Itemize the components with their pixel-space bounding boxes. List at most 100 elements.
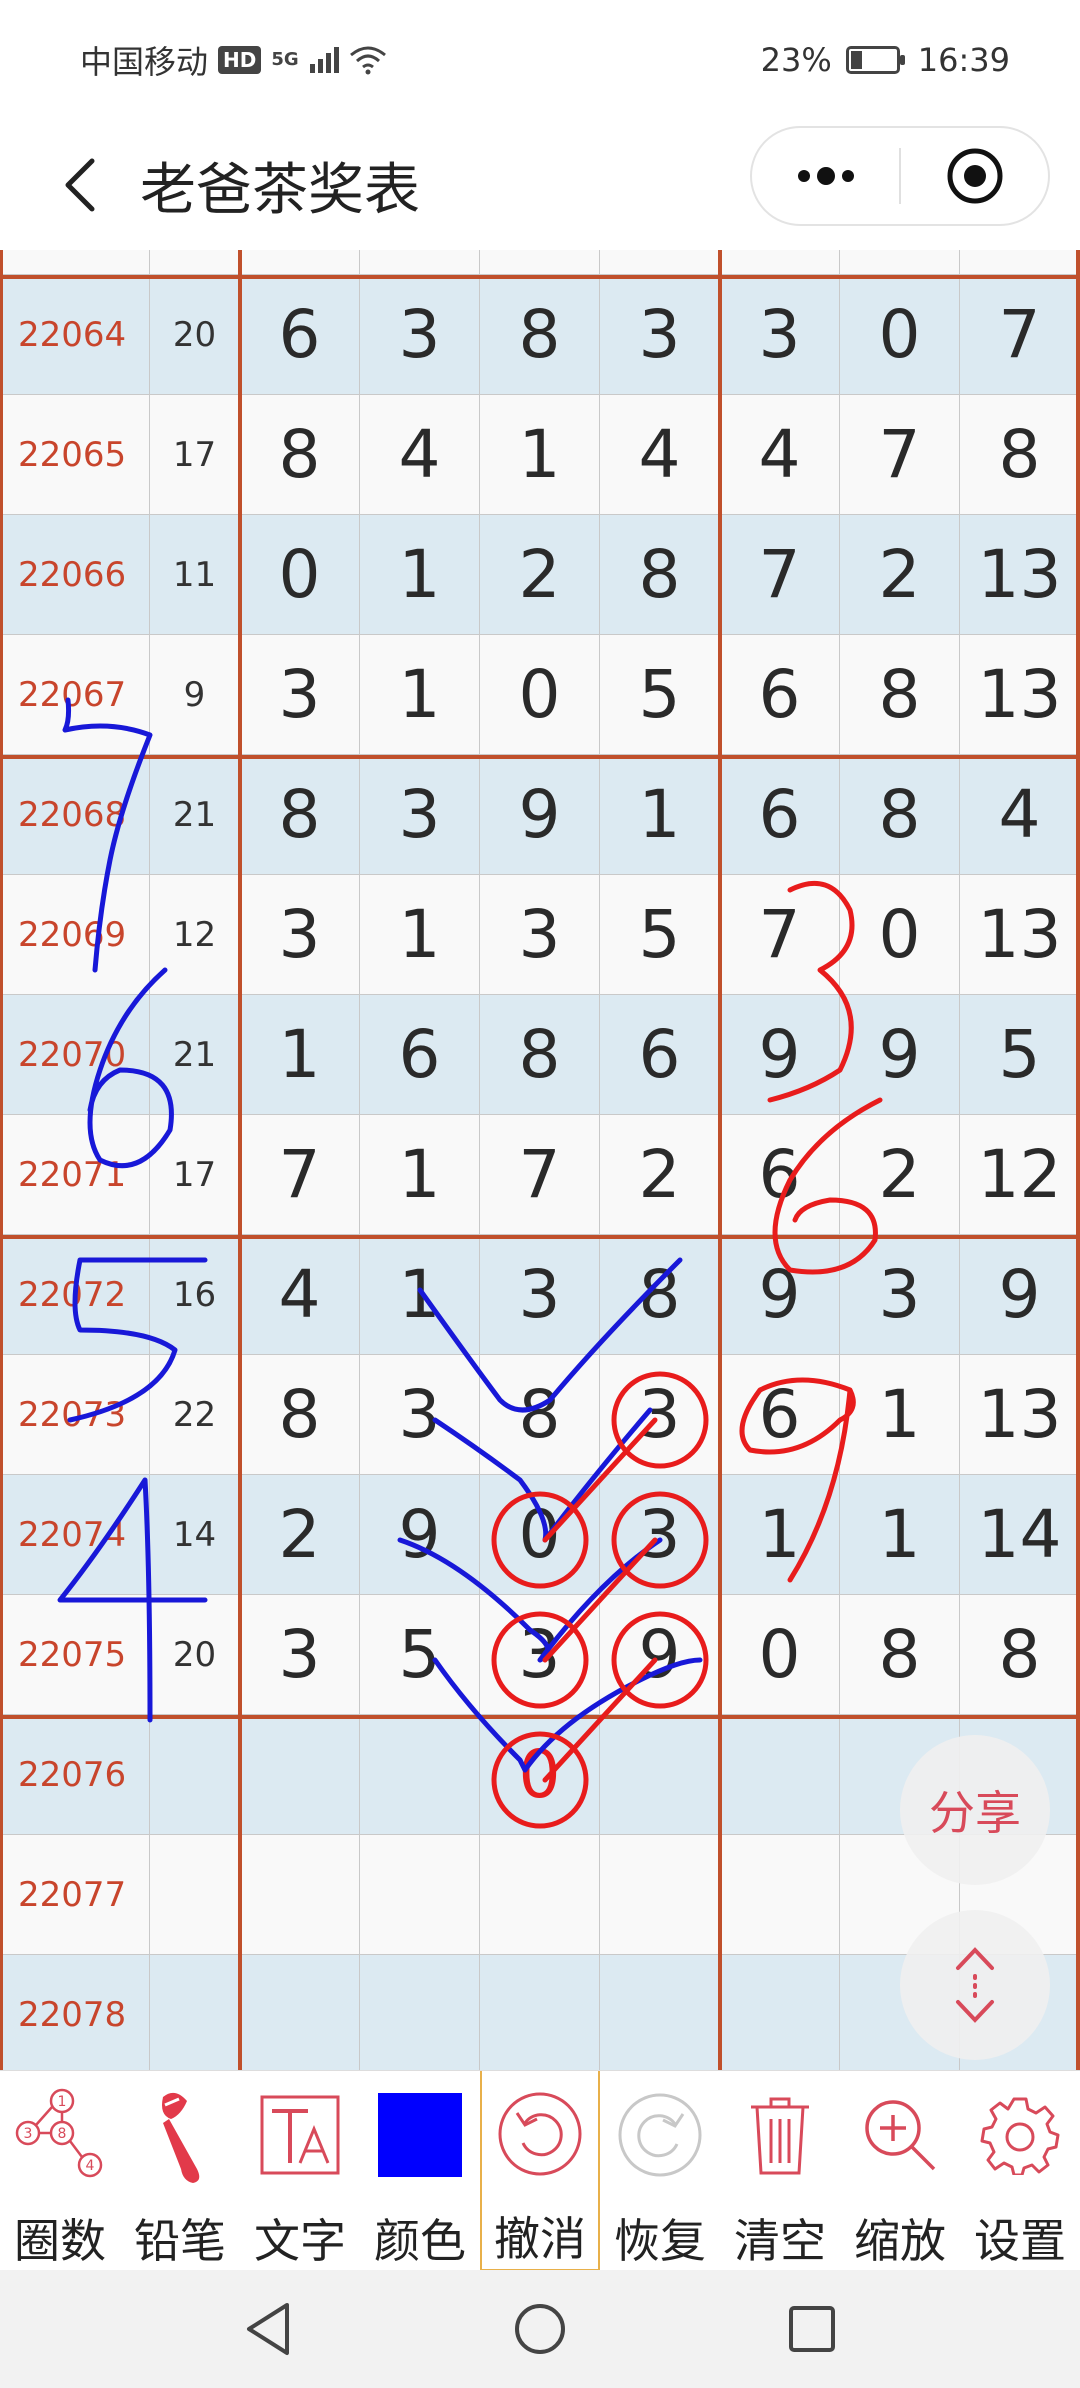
digit-cell[interactable]: [480, 1835, 600, 1955]
tool-color[interactable]: 颜色: [360, 2071, 480, 2271]
tool-settings[interactable]: 设置: [960, 2071, 1080, 2271]
digit-cell[interactable]: 0: [720, 1595, 840, 1715]
digit-cell[interactable]: [240, 1955, 360, 2070]
close-program-button[interactable]: [901, 128, 1048, 224]
digit-cell[interactable]: 8: [840, 755, 960, 875]
digit-cell[interactable]: 3: [600, 1475, 720, 1595]
digit-cell[interactable]: 8: [960, 395, 1080, 515]
digit-cell[interactable]: 3: [240, 635, 360, 755]
digit-cell[interactable]: 6: [240, 275, 360, 395]
digit-cell[interactable]: 7: [240, 1115, 360, 1235]
digit-cell[interactable]: 1: [240, 995, 360, 1115]
digit-cell[interactable]: 8: [240, 1355, 360, 1475]
digit-cell[interactable]: 3: [240, 1595, 360, 1715]
digit-cell[interactable]: 3: [360, 1355, 480, 1475]
digit-cell[interactable]: 4: [600, 395, 720, 515]
digit-cell[interactable]: [720, 1835, 840, 1955]
digit-cell[interactable]: 5: [600, 875, 720, 995]
digit-cell[interactable]: 1: [360, 635, 480, 755]
digit-cell[interactable]: 8: [240, 755, 360, 875]
digit-cell[interactable]: 3: [600, 275, 720, 395]
digit-cell[interactable]: 1: [360, 1115, 480, 1235]
digit-cell[interactable]: [600, 1955, 720, 2070]
digit-cell[interactable]: 4: [720, 395, 840, 515]
digit-cell[interactable]: 13: [960, 515, 1080, 635]
digit-cell[interactable]: [240, 1715, 360, 1835]
digit-cell[interactable]: 6: [720, 1115, 840, 1235]
digit-cell[interactable]: 8: [600, 1235, 720, 1355]
digit-cell[interactable]: 13: [960, 635, 1080, 755]
digit-cell[interactable]: 1: [480, 395, 600, 515]
digit-cell[interactable]: 5: [600, 635, 720, 755]
digit-cell[interactable]: [360, 1715, 480, 1835]
home-circle-icon[interactable]: [513, 2302, 567, 2356]
digit-cell[interactable]: [600, 1715, 720, 1835]
tool-undo[interactable]: 撤消: [480, 2071, 600, 2271]
digit-cell[interactable]: 7: [720, 875, 840, 995]
digit-cell[interactable]: 2: [840, 515, 960, 635]
digit-cell[interactable]: 3: [480, 1235, 600, 1355]
digit-cell[interactable]: 0: [480, 635, 600, 755]
digit-cell[interactable]: 0: [480, 1715, 600, 1835]
digit-cell[interactable]: 3: [720, 275, 840, 395]
digit-cell[interactable]: 3: [360, 275, 480, 395]
digit-cell[interactable]: 7: [480, 1115, 600, 1235]
digit-cell[interactable]: 8: [480, 1355, 600, 1475]
digit-cell[interactable]: 9: [960, 1235, 1080, 1355]
digit-cell[interactable]: 1: [360, 1235, 480, 1355]
digit-cell[interactable]: [480, 1955, 600, 2070]
digit-cell[interactable]: [720, 1715, 840, 1835]
digit-cell[interactable]: 2: [480, 515, 600, 635]
tool-circle-numbers[interactable]: 1 3 8 4 圈数: [0, 2071, 120, 2271]
digit-cell[interactable]: 8: [480, 275, 600, 395]
digit-cell[interactable]: [240, 1835, 360, 1955]
digit-cell[interactable]: 6: [600, 995, 720, 1115]
digit-cell[interactable]: 14: [960, 1475, 1080, 1595]
tool-redo[interactable]: 恢复: [600, 2071, 720, 2271]
digit-cell[interactable]: 8: [840, 1595, 960, 1715]
digit-cell[interactable]: 1: [600, 755, 720, 875]
digit-cell[interactable]: 4: [240, 1235, 360, 1355]
digit-cell[interactable]: 6: [360, 995, 480, 1115]
digit-cell[interactable]: 3: [600, 1355, 720, 1475]
digit-cell[interactable]: 9: [840, 995, 960, 1115]
tool-zoom[interactable]: 缩放: [840, 2071, 960, 2271]
back-button[interactable]: [30, 135, 130, 235]
digit-cell[interactable]: 8: [960, 1595, 1080, 1715]
digit-cell[interactable]: 3: [360, 755, 480, 875]
digit-cell[interactable]: 5: [960, 995, 1080, 1115]
scroll-toggle-button[interactable]: [900, 1910, 1050, 2060]
digit-cell[interactable]: 6: [720, 635, 840, 755]
digit-cell[interactable]: 1: [840, 1475, 960, 1595]
back-triangle-icon[interactable]: [243, 2301, 293, 2357]
digit-cell[interactable]: 7: [840, 395, 960, 515]
digit-cell[interactable]: 1: [360, 515, 480, 635]
digit-cell[interactable]: 8: [600, 515, 720, 635]
digit-cell[interactable]: 4: [360, 395, 480, 515]
digit-cell[interactable]: 9: [600, 1595, 720, 1715]
digit-cell[interactable]: 8: [240, 395, 360, 515]
digit-cell[interactable]: 4: [960, 755, 1080, 875]
digit-cell[interactable]: 1: [720, 1475, 840, 1595]
digit-cell[interactable]: 13: [960, 875, 1080, 995]
digit-cell[interactable]: 2: [840, 1115, 960, 1235]
digit-cell[interactable]: 5: [360, 1595, 480, 1715]
digit-cell[interactable]: 6: [720, 1355, 840, 1475]
digit-cell[interactable]: 12: [960, 1115, 1080, 1235]
digit-cell[interactable]: 6: [720, 755, 840, 875]
digit-cell[interactable]: 9: [360, 1475, 480, 1595]
digit-cell[interactable]: 3: [240, 875, 360, 995]
digit-cell[interactable]: 9: [480, 755, 600, 875]
digit-cell[interactable]: [720, 1955, 840, 2070]
share-button[interactable]: 分享: [900, 1735, 1050, 1885]
digit-cell[interactable]: 0: [240, 515, 360, 635]
digit-cell[interactable]: [360, 1955, 480, 2070]
digit-cell[interactable]: 13: [960, 1355, 1080, 1475]
digit-cell[interactable]: 3: [480, 1595, 600, 1715]
tool-pencil[interactable]: 铅笔: [120, 2071, 240, 2271]
digit-cell[interactable]: 8: [840, 635, 960, 755]
tool-text[interactable]: 文字: [240, 2071, 360, 2271]
digit-cell[interactable]: 1: [840, 1355, 960, 1475]
more-button[interactable]: [752, 128, 899, 224]
digit-cell[interactable]: 3: [480, 875, 600, 995]
